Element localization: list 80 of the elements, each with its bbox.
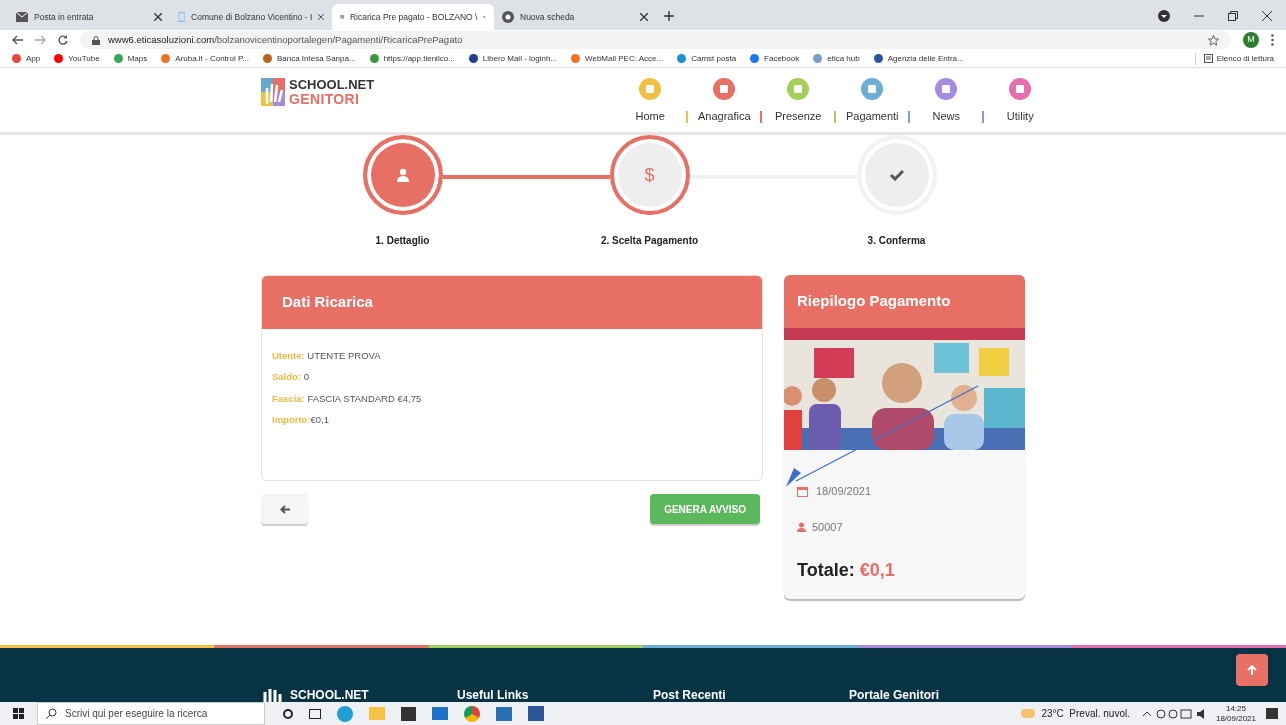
arrow-left-icon xyxy=(279,504,290,514)
bookmark[interactable]: Libero Mail - loginh... xyxy=(468,52,558,65)
reading-list-button[interactable]: Elenco di lettura xyxy=(1194,52,1274,65)
footer-heading: Useful Links xyxy=(457,687,530,702)
address-bar[interactable]: www6.eticasoluzioni.com/bolzanovicentinoportalegen/Pagamenti/RicaricaPrePagato xyxy=(80,31,1231,49)
nav-item[interactable]: Utility xyxy=(987,78,1054,125)
cortana-icon[interactable] xyxy=(283,708,293,719)
step-label: 1. Dettaglio xyxy=(375,234,430,248)
footer-heading: Portale Genitori xyxy=(849,687,941,702)
logo-text: SCHOOL.NET xyxy=(289,78,375,92)
task-view-icon[interactable] xyxy=(309,708,321,719)
nav-item[interactable]: Home xyxy=(617,78,684,125)
taskbar-search-field[interactable]: Scrivi qui per eseguire la ricerca xyxy=(37,702,265,725)
bookmark[interactable]: YouTube xyxy=(54,52,100,65)
bookmark[interactable]: Banca Intesa Sanpa... xyxy=(262,52,356,65)
bookmark[interactable]: Camst posta xyxy=(677,52,737,65)
close-icon[interactable] xyxy=(1262,11,1272,21)
close-icon[interactable] xyxy=(154,13,162,21)
nav-item[interactable]: Pagamenti xyxy=(839,78,906,125)
bookmark[interactable]: https://app.tienilco... xyxy=(369,52,455,65)
back-icon[interactable] xyxy=(12,35,23,45)
browser-tab[interactable]: Posta in entrata xyxy=(8,4,170,30)
bookmark[interactable]: Facebook xyxy=(750,52,800,65)
total-text: Totale: €0,1 xyxy=(797,559,896,582)
card-title: Dati Ricarica xyxy=(282,292,373,313)
arrow-up-icon xyxy=(1247,665,1257,675)
clock-time: 14:25 xyxy=(1225,703,1246,714)
bookmark[interactable]: Maps xyxy=(113,52,148,65)
tab-title: Posta in entrata xyxy=(34,10,95,24)
globe-icon xyxy=(502,11,514,23)
footer-logo-text: SCHOOL.NET xyxy=(290,687,369,702)
scroll-top-button[interactable] xyxy=(1236,654,1268,686)
profile-avatar[interactable]: M xyxy=(1243,32,1259,48)
nav-item[interactable]: News xyxy=(913,78,980,125)
payment-date: 18/09/2021 xyxy=(816,484,872,499)
weather-text: 23°C Preval. nuvol. xyxy=(1041,707,1130,721)
envelope-icon xyxy=(16,12,28,22)
bookmark[interactable]: Agenzia delle Entra... xyxy=(873,52,964,65)
list-icon xyxy=(1203,54,1213,63)
document-icon xyxy=(178,11,186,23)
detail-field: Utente: UTENTE PROVA xyxy=(272,349,752,364)
new-tab-icon[interactable] xyxy=(664,11,674,21)
nav-item[interactable]: Anagrafica xyxy=(691,78,758,125)
bookmark[interactable]: etica hub xyxy=(813,52,860,65)
nav-item[interactable]: Presenze xyxy=(765,78,832,125)
bookmark[interactable]: WebMail PEC: Acce... xyxy=(571,52,664,65)
restore-icon[interactable] xyxy=(1228,11,1238,21)
user-icon xyxy=(797,521,806,532)
step-label: 2. Scelta Pagamento xyxy=(600,234,699,248)
step-label: 3. Conferma xyxy=(867,234,926,248)
user-code: 50007 xyxy=(812,519,843,535)
footer-heading: Post Recenti xyxy=(653,687,727,702)
close-icon[interactable] xyxy=(640,13,648,21)
browser-tab[interactable]: Nuova scheda xyxy=(494,4,656,30)
logo-subtitle: GENITORI xyxy=(289,92,361,106)
tab-title: Comune di Bolzano Vicentino - I xyxy=(191,10,313,24)
user-icon xyxy=(395,168,410,182)
menu-icon[interactable] xyxy=(1271,34,1274,46)
browser-tab[interactable]: Ricarica Pre pagato - BOLZANO \ xyxy=(332,4,494,30)
clock-date: 18/09/2021 xyxy=(1215,713,1256,724)
dropdown-icon[interactable] xyxy=(1158,10,1170,22)
tab-title: Nuova scheda xyxy=(520,10,576,24)
search-icon xyxy=(46,708,57,719)
browser-tab[interactable]: Comune di Bolzano Vicentino - I xyxy=(170,4,332,30)
detail-field: Saldo: 0 xyxy=(272,370,752,385)
lock-icon xyxy=(92,35,100,45)
close-icon[interactable] xyxy=(318,13,324,21)
reload-icon[interactable] xyxy=(58,35,68,45)
detail-field: Importo:€0,1 xyxy=(272,412,752,427)
card-title: Riepilogo Pagamento xyxy=(797,291,951,312)
step-symbol: $ xyxy=(644,163,655,187)
bookmark[interactable]: Aruba.it - Control P... xyxy=(161,52,249,65)
url-text: www6.eticasoluzioni.com/bolzanovicentinoportalegen/Pagamenti/RicaricaPrePagato xyxy=(108,32,463,47)
checkmark-icon xyxy=(889,169,904,181)
calendar-icon xyxy=(797,485,808,497)
bookmark[interactable]: App xyxy=(12,52,41,65)
windows-start-icon[interactable] xyxy=(13,708,24,719)
tab-title: Ricarica Pre pagato - BOLZANO \ xyxy=(349,10,478,24)
detail-field: Fascia: FASCIA STANDARD €4,75 xyxy=(272,391,752,406)
star-icon[interactable] xyxy=(1208,34,1219,46)
